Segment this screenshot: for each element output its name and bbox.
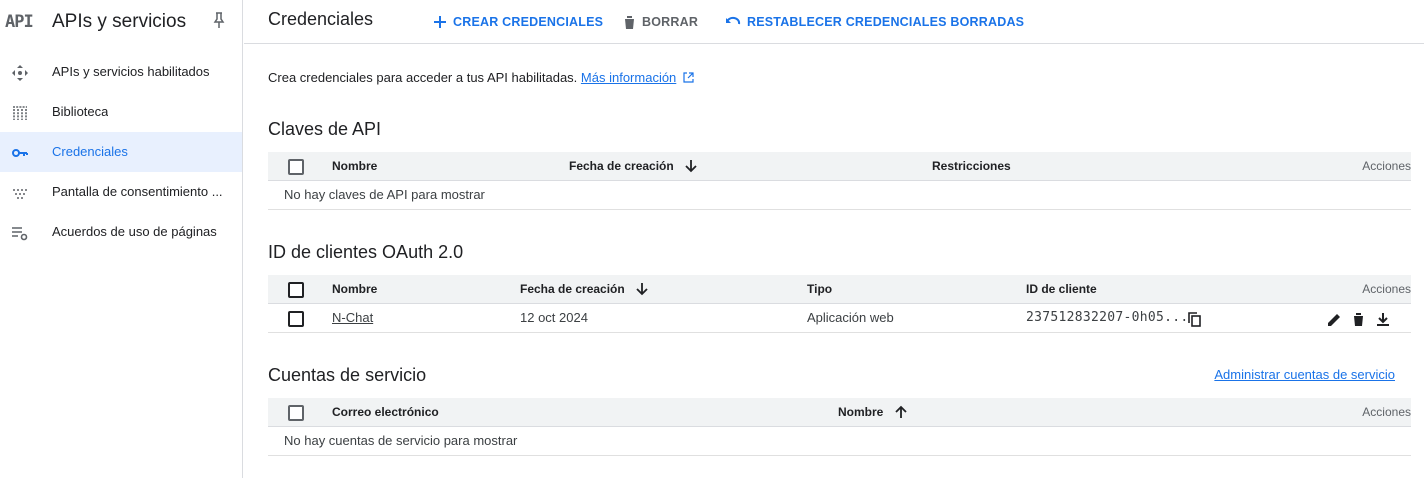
settings-list-icon: [11, 224, 29, 242]
table-row: No hay claves de API para mostrar: [268, 181, 1411, 210]
column-name[interactable]: Nombre: [838, 405, 907, 419]
select-all-checkbox[interactable]: [288, 159, 304, 175]
page-title: Credenciales: [268, 9, 374, 29]
oauth-title: ID de clientes OAuth 2.0: [268, 242, 464, 262]
table-header: Nombre Fecha de creación Restricciones A…: [268, 152, 1411, 181]
column-created[interactable]: Fecha de creación: [520, 282, 648, 296]
client-name-link[interactable]: N-Chat: [332, 310, 373, 325]
arrow-up-icon: [895, 405, 907, 418]
column-type[interactable]: Tipo: [807, 282, 832, 296]
service-accounts-title: Cuentas de servicio: [268, 365, 427, 385]
edit-icon[interactable]: [1325, 310, 1343, 328]
service-accounts-table: Correo electrónico Nombre Acciones No ha…: [268, 398, 1411, 456]
learn-more-link[interactable]: Más información: [581, 70, 676, 85]
sidebar-item-label: Credenciales: [52, 144, 128, 159]
column-restrictions: Restricciones: [932, 159, 1011, 173]
key-icon: [11, 144, 29, 162]
delete-icon[interactable]: [1349, 310, 1367, 328]
sidebar-item-label: Biblioteca: [52, 104, 109, 119]
column-actions: Acciones: [1362, 282, 1411, 296]
table-row: No hay cuentas de servicio para mostrar: [268, 427, 1411, 456]
sidebar-title: APIs y servicios: [52, 11, 187, 32]
column-actions: Acciones: [1362, 159, 1411, 173]
empty-message: No hay cuentas de servicio para mostrar: [284, 433, 518, 448]
sidebar-item-biblioteca[interactable]: Biblioteca: [0, 92, 242, 132]
column-client-id[interactable]: ID de cliente: [1026, 282, 1097, 296]
sidebar: API APIs y servicios APIs y servicios ha…: [0, 0, 243, 478]
select-all-checkbox[interactable]: [288, 405, 304, 421]
sidebar-item-apis-habilitados[interactable]: APIs y servicios habilitados: [0, 52, 242, 92]
column-created-label: Fecha de creación: [569, 159, 674, 173]
table-row: N-Chat 12 oct 2024 Aplicación web 237512…: [268, 304, 1411, 333]
sidebar-item-credenciales[interactable]: Credenciales: [0, 132, 242, 172]
create-credentials-label: CREAR CREDENCIALES: [453, 15, 604, 29]
column-created-label: Fecha de creación: [520, 282, 625, 296]
empty-message: No hay claves de API para mostrar: [284, 187, 485, 202]
client-type: Aplicación web: [807, 310, 894, 325]
client-id-value: 237512832207-0h05...: [1026, 310, 1189, 325]
column-name[interactable]: Nombre: [332, 159, 377, 173]
oauth-table: Nombre Fecha de creación Tipo ID de clie…: [268, 275, 1411, 333]
arrow-down-icon: [636, 283, 648, 296]
sidebar-item-label: Pantalla de consentimiento ...: [52, 184, 223, 199]
sidebar-item-acuerdos-uso[interactable]: Acuerdos de uso de páginas: [0, 212, 242, 252]
toolbar: Credenciales CREAR CREDENCIALES BORRAR R…: [244, 0, 1424, 44]
consent-icon: [11, 184, 29, 202]
client-created-date: 12 oct 2024: [520, 310, 588, 325]
sidebar-header: API APIs y servicios: [0, 0, 242, 44]
delete-label: BORRAR: [642, 15, 699, 29]
restore-credentials-button[interactable]: RESTABLECER CREDENCIALES BORRADAS: [725, 12, 1024, 32]
create-credentials-button[interactable]: CREAR CREDENCIALES: [433, 12, 603, 32]
apis-services-icon: [11, 64, 29, 82]
intro-description: Crea credenciales para acceder a tus API…: [268, 70, 578, 85]
undo-icon: [725, 16, 741, 28]
table-header: Nombre Fecha de creación Tipo ID de clie…: [268, 275, 1411, 304]
table-header: Correo electrónico Nombre Acciones: [268, 398, 1411, 427]
pin-icon[interactable]: [211, 11, 227, 29]
api-keys-table: Nombre Fecha de creación Restricciones A…: [268, 152, 1411, 210]
arrow-down-icon: [685, 160, 697, 173]
sidebar-item-label: Acuerdos de uso de páginas: [52, 224, 217, 239]
plus-icon: [433, 15, 447, 29]
delete-button[interactable]: BORRAR: [623, 12, 698, 32]
restore-credentials-label: RESTABLECER CREDENCIALES BORRADAS: [747, 15, 1025, 29]
column-name[interactable]: Nombre: [332, 282, 377, 296]
sidebar-item-label: APIs y servicios habilitados: [52, 64, 210, 79]
sidebar-item-pantalla-consentimiento[interactable]: Pantalla de consentimiento ...: [0, 172, 242, 212]
api-keys-title: Claves de API: [268, 119, 382, 139]
row-checkbox[interactable]: [288, 311, 304, 327]
column-created[interactable]: Fecha de creación: [569, 159, 697, 173]
manage-service-accounts-link[interactable]: Administrar cuentas de servicio: [1214, 367, 1395, 382]
column-email[interactable]: Correo electrónico: [332, 405, 439, 419]
column-name-label: Nombre: [838, 405, 884, 419]
column-actions: Acciones: [1362, 405, 1411, 419]
library-icon: [11, 104, 29, 122]
select-all-checkbox[interactable]: [288, 282, 304, 298]
api-logo: API: [5, 12, 34, 32]
intro-text: Crea credenciales para acceder a tus API…: [268, 70, 694, 85]
download-icon[interactable]: [1374, 310, 1392, 328]
trash-icon: [623, 15, 636, 30]
copy-icon[interactable]: [1185, 310, 1203, 328]
external-link-icon: [683, 72, 694, 83]
